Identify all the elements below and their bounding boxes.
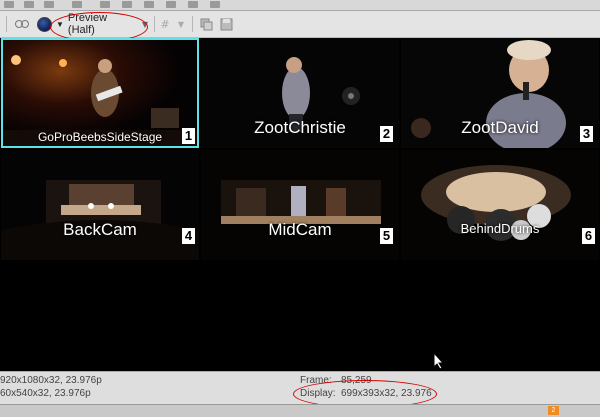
toolbar-icon[interactable] — [144, 1, 154, 8]
camera-2-number: 2 — [380, 126, 393, 142]
toolbar-icon[interactable] — [100, 1, 110, 8]
camera-5-number: 5 — [380, 228, 393, 244]
frame-value: 85,259 — [341, 375, 372, 386]
camera-6-number: 6 — [582, 228, 595, 244]
camera-tile-1[interactable]: GoProBeebsSideStage 1 — [1, 38, 199, 148]
preview-info-text: 60x540x32, 23.976p — [0, 388, 91, 399]
camera-tile-5[interactable]: MidCam 5 — [201, 150, 399, 260]
toolbar-icon[interactable] — [166, 1, 176, 8]
copy-snapshot-icon[interactable] — [198, 16, 214, 32]
camera-4-number: 4 — [182, 228, 195, 244]
chevron-down-icon[interactable]: ▼ — [140, 16, 150, 32]
toolbar-separator — [6, 16, 7, 32]
toolbar-icon[interactable] — [122, 1, 132, 8]
camera-tile-6[interactable]: BehindDrums 6 — [401, 150, 599, 260]
camera-5-label: MidCam — [268, 220, 332, 239]
camera-tile-3[interactable]: ZootDavid 3 — [401, 38, 599, 148]
save-snapshot-icon[interactable] — [218, 16, 234, 32]
multicam-preview-grid: GoProBeebsSideStage 1 ZootChristie 2 Zoo… — [0, 38, 600, 371]
camera-2-label: ZootChristie — [254, 118, 346, 137]
toolbar-icon[interactable] — [188, 1, 198, 8]
top-toolbar-strip — [0, 0, 600, 11]
preview-quality-label: Preview (Half) — [67, 12, 108, 36]
camera-3-label: ZootDavid — [461, 118, 539, 137]
split-screen-icon[interactable] — [14, 16, 30, 32]
camera-1-number: 1 — [182, 128, 195, 144]
display-label: Display: — [300, 388, 336, 399]
grid-icon[interactable]: # — [158, 16, 172, 32]
camera-6-thumbnail — [401, 150, 599, 260]
toolbar-icon[interactable] — [24, 1, 34, 8]
camera-4-label: BackCam — [63, 220, 137, 239]
camera-tile-4[interactable]: BackCam 4 — [1, 150, 199, 260]
toolbar-icon[interactable] — [72, 1, 82, 8]
toolbar-separator — [192, 16, 193, 32]
preview-quality-dropdown[interactable]: ▼ Preview (Half) — [56, 12, 136, 36]
camera-6-label: BehindDrums — [460, 221, 540, 236]
notification-badge[interactable]: 2 — [548, 406, 559, 415]
camera-1-label: GoProBeebsSideStage — [37, 130, 163, 144]
toolbar-icon[interactable] — [4, 1, 14, 8]
overlay-button[interactable] — [36, 16, 52, 32]
toolbar-icon[interactable] — [210, 1, 220, 8]
bottom-scrollbar[interactable]: 2 — [0, 404, 600, 417]
preview-status-area: 920x1080x32, 23.976p 60x540x32, 23.976p … — [0, 371, 600, 405]
toolbar-icon[interactable] — [44, 1, 54, 8]
camera-tile-2[interactable]: ZootChristie 2 — [201, 38, 399, 148]
camera-5-thumbnail — [201, 150, 399, 260]
circle-icon — [36, 16, 52, 32]
project-info-text: 920x1080x32, 23.976p — [0, 375, 102, 386]
toolbar-separator — [154, 16, 155, 32]
grid-dropdown-icon[interactable]: ▼ — [176, 16, 186, 32]
preview-toolbar: ▼ Preview (Half) ▼ # ▼ — [0, 11, 600, 38]
mouse-cursor-icon — [433, 352, 445, 370]
display-value: 699x393x32, 23.976 — [341, 388, 432, 399]
camera-3-number: 3 — [580, 126, 593, 142]
dropdown-arrow-icon: ▼ — [56, 19, 64, 29]
frame-label: Frame: — [300, 375, 332, 386]
camera-4-thumbnail — [1, 150, 199, 260]
